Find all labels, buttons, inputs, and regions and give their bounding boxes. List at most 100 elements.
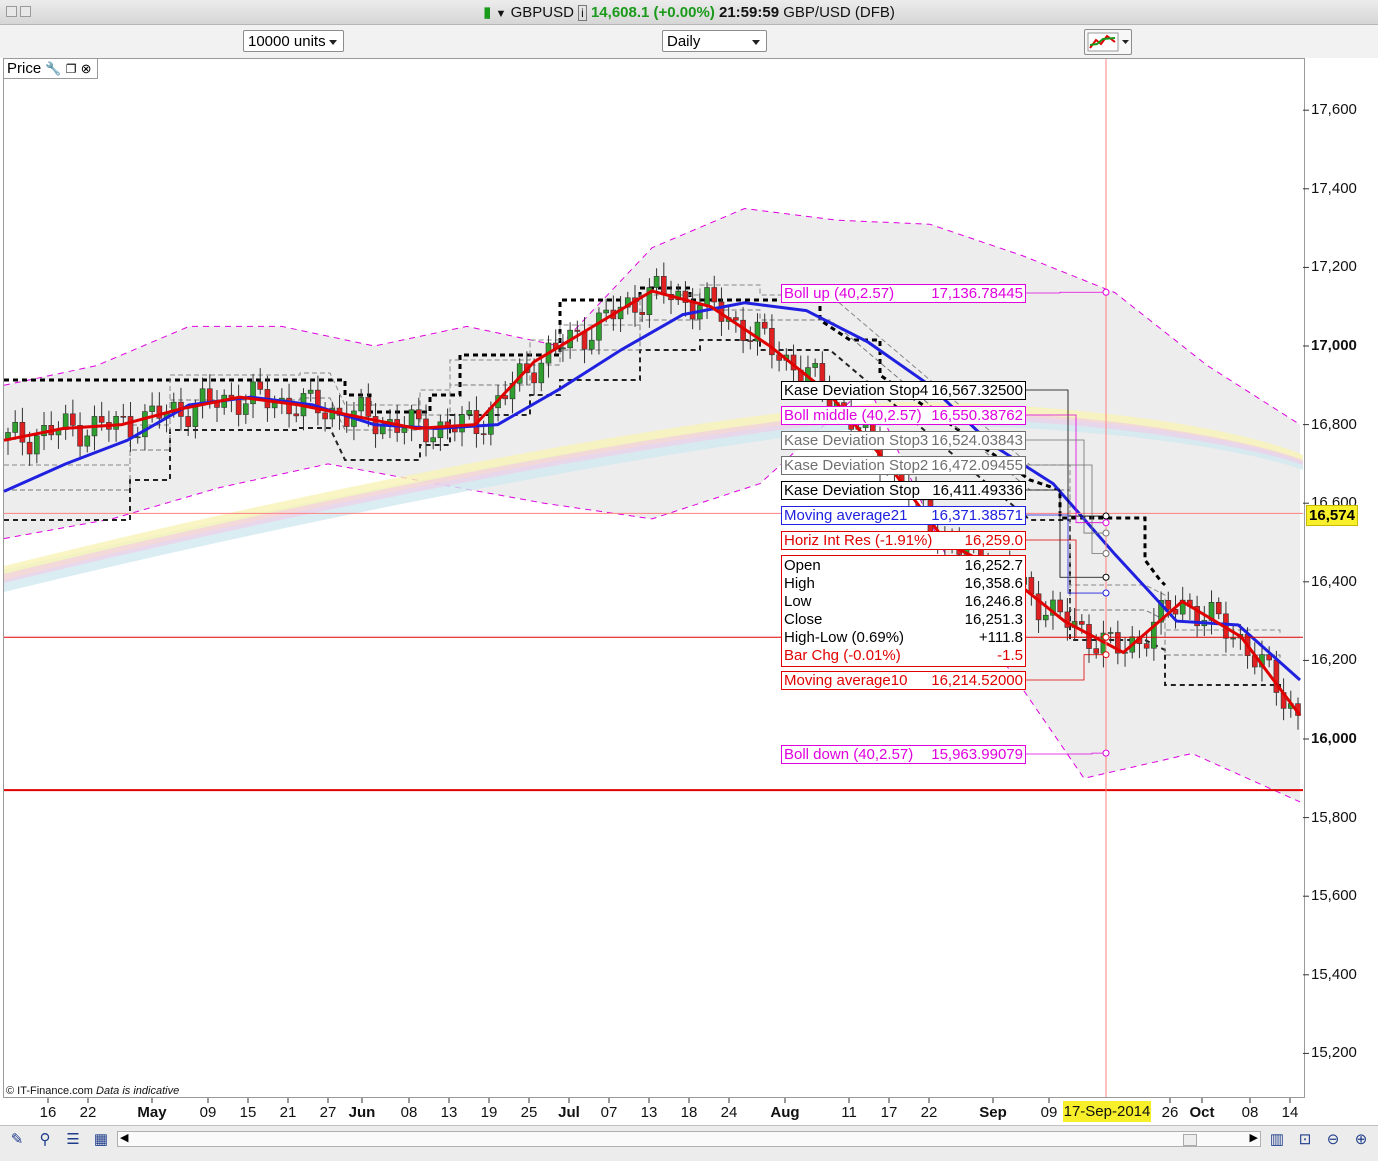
indicator-marker — [1102, 288, 1110, 296]
disclaimer-text: Data is indicative — [96, 1085, 180, 1097]
alert-icon[interactable]: ⚲ — [36, 1131, 54, 1149]
ohlc-row: Low 16,246.8 — [781, 593, 1026, 611]
indicator-label: Moving average21 — [784, 507, 908, 524]
ohlc-row: Open 16,252.7 — [781, 557, 1026, 575]
indicator-marker — [1102, 519, 1110, 527]
candle-body — [560, 347, 566, 350]
chart-settings-icon[interactable]: ▥ — [1268, 1131, 1286, 1149]
drawing-tool-icon[interactable]: ✎ — [8, 1131, 26, 1149]
indicator-value: 16,472.09455 — [931, 457, 1023, 474]
ohlc-row: Bar Chg (-0.01%) -1.5 — [781, 647, 1026, 665]
candle-body — [84, 435, 91, 447]
candle-body — [19, 421, 26, 443]
indicator-label: Boll down (40,2.57) — [784, 746, 914, 763]
x-tick-label: May — [137, 1104, 167, 1121]
zoom-in-icon[interactable]: ⊕ — [1352, 1131, 1370, 1149]
price-panel-tab[interactable]: Price 🔧 ❐ ⊗ — [3, 58, 98, 79]
candle-body — [235, 398, 242, 415]
indicator-readout: Boll middle (40,2.57) 16,550.38762 — [781, 406, 1026, 425]
candle-body — [192, 404, 199, 427]
indicators-icon[interactable]: ▦ — [92, 1131, 110, 1149]
zoom-out-icon[interactable]: ⊖ — [1324, 1131, 1342, 1149]
indicator-readout: Kase Deviation Stop2 16,472.09455 — [781, 456, 1026, 475]
indicator-marker — [1102, 589, 1110, 597]
y-tick-label: 15,800 — [1311, 808, 1357, 826]
ohlc-label: Bar Chg (-0.01%) — [784, 647, 901, 664]
window-icon[interactable]: ❐ — [66, 62, 77, 76]
indicator-label: Kase Deviation Stop3 — [784, 432, 929, 449]
indicator-value: 16,567.32500 — [931, 382, 1023, 399]
price-tab-label: Price — [7, 60, 42, 77]
x-tick-label: 15 — [239, 1104, 257, 1121]
zoom-fit-icon[interactable]: ⊡ — [1296, 1131, 1314, 1149]
scroll-left-icon[interactable]: ◀ — [120, 1131, 128, 1144]
ohlc-value: 16,252.7 — [964, 557, 1023, 574]
candle-body — [243, 403, 249, 415]
ohlc-label: Close — [784, 611, 823, 628]
candle-body — [401, 427, 408, 433]
candle-body — [1143, 643, 1150, 649]
indicator-readout: Moving average21 16,371.38571 — [781, 506, 1026, 525]
candle-body — [531, 372, 537, 384]
candle-body — [1042, 614, 1049, 621]
notes-icon[interactable]: ☰ — [64, 1131, 82, 1149]
indicator-value: 16,411.49336 — [932, 482, 1023, 499]
y-tick-label: 16,000 — [1311, 730, 1357, 747]
ohlc-value: 16,246.8 — [964, 593, 1023, 610]
candle-body — [733, 317, 739, 321]
indicator-readout: Boll down (40,2.57) 15,963.99079 — [781, 745, 1026, 764]
ohlc-label: Open — [784, 557, 821, 574]
price-chart — [3, 59, 1309, 1103]
candle-body — [711, 287, 718, 303]
candle-body — [466, 410, 473, 415]
indicator-label: Horiz Int Res (-1.91%) — [784, 532, 933, 549]
indicator-label: Kase Deviation Stop2 — [784, 457, 929, 474]
candle-body — [423, 418, 429, 443]
candle-body — [293, 413, 300, 417]
ohlc-row: High-Low (0.69%) +111.8 — [781, 629, 1026, 647]
indicator-marker — [1102, 529, 1110, 537]
scroll-thumb[interactable] — [1183, 1134, 1197, 1146]
x-tick-label: 09 — [1040, 1104, 1058, 1121]
indicator-readout: Kase Deviation Stop 16,411.49336 — [781, 481, 1026, 500]
y-tick-label: 15,600 — [1311, 887, 1357, 905]
candle-body — [120, 416, 127, 418]
x-tick-label: 21 — [279, 1104, 297, 1121]
candle-body — [1230, 637, 1236, 640]
ohlc-label: High — [784, 575, 815, 592]
candle-body — [365, 397, 372, 417]
ohlc-label: High-Low (0.69%) — [784, 629, 905, 646]
indicator-value: 15,963.99079 — [931, 746, 1023, 763]
y-tick-label: 15,200 — [1311, 1044, 1357, 1062]
candle-body — [653, 276, 660, 288]
indicator-readout: Horiz Int Res (-1.91%) 16,259.0 — [781, 531, 1026, 550]
candle-body — [603, 309, 609, 314]
x-tick-label: 08 — [1241, 1104, 1259, 1121]
candle-body — [588, 339, 595, 350]
x-tick-label: 11 — [841, 1104, 857, 1121]
indicator-marker — [1102, 651, 1110, 659]
horizontal-scrollbar[interactable]: ◀ ▶ — [117, 1131, 1261, 1147]
candle-body — [26, 441, 33, 455]
y-tick-label: 16,400 — [1311, 572, 1357, 590]
candle-body — [538, 362, 545, 384]
candle-body — [704, 287, 710, 306]
ohlc-label: Low — [784, 593, 812, 610]
ohlc-value: -1.5 — [997, 647, 1023, 664]
candle-body — [639, 312, 645, 315]
indicator-readout: Moving average10 16,214.52000 — [781, 671, 1026, 690]
x-tick-label: Aug — [770, 1104, 800, 1121]
x-tick-label: 16 — [39, 1104, 57, 1121]
indicator-label: Kase Deviation Stop4 — [784, 382, 929, 399]
candle-body — [70, 413, 76, 426]
wrench-icon[interactable]: 🔧 — [45, 61, 61, 76]
x-tick-label: 22 — [920, 1104, 938, 1121]
x-tick-label: Oct — [1189, 1104, 1215, 1121]
x-tick-label: 17 — [880, 1104, 898, 1121]
candle-body — [689, 302, 696, 320]
scroll-right-icon[interactable]: ▶ — [1250, 1131, 1258, 1144]
candle-body — [1057, 599, 1063, 613]
close-icon[interactable]: ⊗ — [81, 61, 92, 76]
candle-body — [661, 276, 667, 295]
candle-body — [127, 416, 134, 438]
